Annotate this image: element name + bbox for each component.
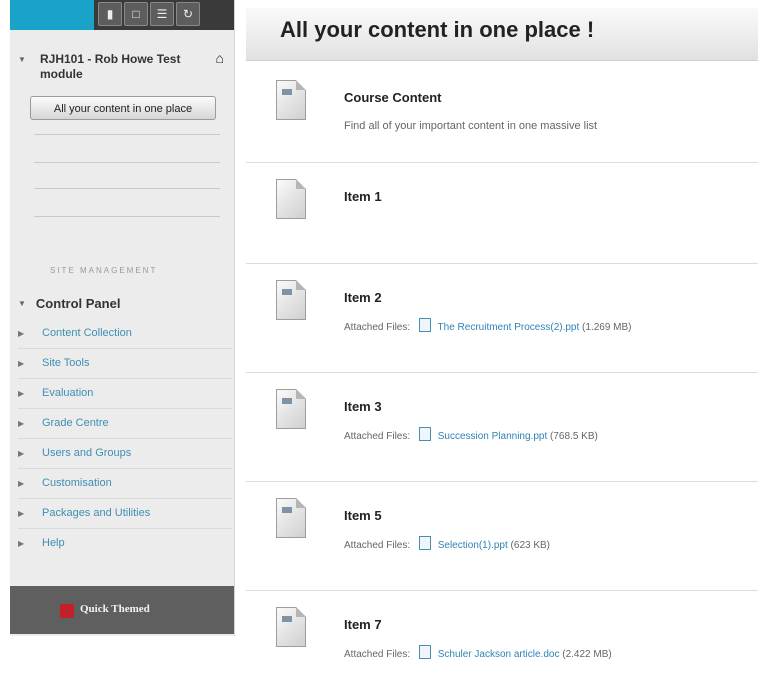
menu-item-label: Evaluation — [42, 387, 94, 399]
file-size: (1.269 MB) — [582, 322, 632, 333]
menu-item-label: Packages and Utilities — [42, 507, 151, 519]
expand-arrow-icon: ▶ — [18, 419, 25, 428]
attached-files-label: Attached Files: — [344, 649, 411, 660]
file-size: (623 KB) — [510, 540, 551, 551]
attached-files: Attached Files: Schuler Jackson article.… — [344, 645, 612, 660]
expand-arrow-icon: ▶ — [18, 509, 25, 518]
expand-arrow-icon: ▶ — [18, 479, 25, 488]
menu-item-site-tools[interactable]: ▶ Site Tools — [18, 348, 232, 379]
file-link[interactable]: The Recruitment Process(2).ppt — [438, 322, 580, 333]
list-item: Item 7 Attached Files: Schuler Jackson a… — [246, 590, 758, 681]
menu-item-customisation[interactable]: ▶ Customisation — [18, 468, 232, 499]
file-icon — [418, 536, 431, 550]
collapse-triangle-icon[interactable]: ▼ — [18, 52, 26, 67]
list-item: Item 5 Attached Files: Selection(1).ppt … — [246, 481, 758, 590]
home-icon[interactable]: ⌂ — [216, 51, 224, 66]
document-icon — [276, 498, 306, 538]
attached-files: Attached Files: The Recruitment Process(… — [344, 318, 632, 333]
menu-item-label: Site Tools — [42, 357, 90, 369]
page-title: All your content in one place ! — [280, 17, 595, 42]
menu-item-packages-and-utilities[interactable]: ▶ Packages and Utilities — [18, 498, 232, 529]
list-item: Course Content Find all of your importan… — [246, 64, 758, 161]
menu-item-content-collection[interactable]: ▶ Content Collection — [18, 318, 232, 349]
attached-files: Attached Files: Succession Planning.ppt … — [344, 427, 598, 442]
document-icon — [276, 389, 306, 429]
document-icon — [276, 280, 306, 320]
file-link[interactable]: Selection(1).ppt — [438, 540, 508, 551]
menu-item-label: Users and Groups — [42, 447, 132, 459]
document-icon — [276, 607, 306, 647]
list-item: Item 3 Attached Files: Succession Planni… — [246, 372, 758, 481]
file-size: (2.422 MB) — [562, 649, 612, 660]
list-icon[interactable]: ☰ — [150, 2, 174, 26]
file-icon — [418, 645, 431, 659]
expand-arrow-icon: ▶ — [18, 449, 25, 458]
menu-item-grade-centre[interactable]: ▶ Grade Centre — [18, 408, 232, 439]
content-header: All your content in one place ! — [246, 8, 758, 61]
menu-item-users-and-groups[interactable]: ▶ Users and Groups — [18, 438, 232, 469]
file-icon — [418, 318, 431, 332]
expand-arrow-icon: ▶ — [18, 389, 25, 398]
current-page-button[interactable]: All your content in one place — [30, 96, 216, 120]
footer-brand-name: Quick Themed — [80, 603, 150, 615]
menu-item-label: Content Collection — [42, 327, 132, 339]
expand-arrow-icon: ▶ — [18, 539, 25, 548]
menu-item-label: Grade Centre — [42, 417, 109, 429]
divider — [34, 188, 220, 189]
attached-files-label: Attached Files: — [344, 540, 411, 551]
brand-logo-icon — [60, 604, 74, 618]
document-icon — [276, 80, 306, 120]
divider — [34, 162, 220, 163]
folder-icon[interactable]: □ — [124, 2, 148, 26]
item-title[interactable]: Item 5 — [344, 508, 382, 523]
attached-files-label: Attached Files: — [344, 431, 411, 442]
menu-item-evaluation[interactable]: ▶ Evaluation — [18, 378, 232, 409]
site-management-heading: SITE MANAGEMENT — [50, 266, 158, 275]
divider — [34, 216, 220, 217]
control-panel-header[interactable]: ▼ Control Panel — [18, 296, 120, 311]
item-title[interactable]: Course Content — [344, 90, 442, 105]
bookmark-icon[interactable]: ▮ — [98, 2, 122, 26]
sidebar-accent-bar — [10, 0, 94, 30]
list-item: Item 2 Attached Files: The Recruitment P… — [246, 263, 758, 372]
file-icon — [418, 427, 431, 441]
menu-item-label: Help — [42, 537, 65, 549]
sidebar-footer: Quick Themed — [10, 586, 234, 634]
attached-files-label: Attached Files: — [344, 322, 411, 333]
refresh-icon[interactable]: ↻ — [176, 2, 200, 26]
menu-item-help[interactable]: ▶ Help — [18, 528, 232, 558]
menu-item-label: Customisation — [42, 477, 112, 489]
item-title[interactable]: Item 1 — [344, 189, 382, 204]
course-title[interactable]: RJH101 - Rob Howe Test module — [40, 52, 206, 82]
file-link[interactable]: Succession Planning.ppt — [438, 431, 548, 442]
document-icon — [276, 179, 306, 219]
control-panel-label: Control Panel — [35, 296, 121, 311]
collapse-triangle-icon[interactable]: ▼ — [18, 299, 26, 308]
list-item: Item 1 — [246, 162, 758, 263]
file-size: (768.5 KB) — [550, 431, 598, 442]
course-sidebar: ▮ □ ☰ ↻ ▼ RJH101 - Rob Howe Test module … — [10, 0, 235, 636]
item-title[interactable]: Item 7 — [344, 617, 382, 632]
sidebar-toolbar: ▮ □ ☰ ↻ — [10, 0, 234, 30]
expand-arrow-icon: ▶ — [18, 329, 25, 338]
item-description: Find all of your important content in on… — [344, 120, 598, 132]
item-title[interactable]: Item 2 — [344, 290, 382, 305]
expand-arrow-icon: ▶ — [18, 359, 25, 368]
divider — [34, 134, 220, 135]
file-link[interactable]: Schuler Jackson article.doc — [438, 649, 560, 660]
item-title[interactable]: Item 3 — [344, 399, 382, 414]
attached-files: Attached Files: Selection(1).ppt (623 KB… — [344, 536, 550, 551]
